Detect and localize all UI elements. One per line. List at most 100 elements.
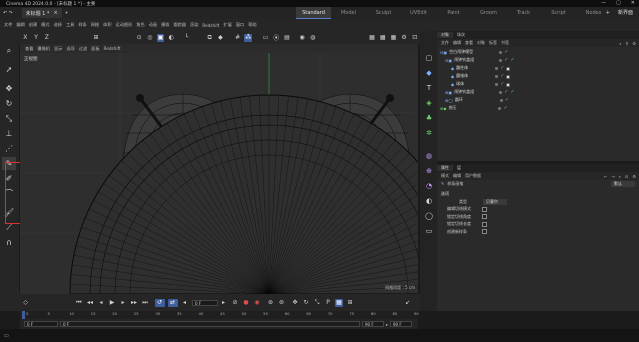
objects-menu-edit[interactable]: 编辑 (453, 40, 461, 46)
fps-icon[interactable]: ◂ (181, 299, 189, 307)
tree-row[interactable]: ⊞▣ 闹钟铃盖组 ✓ ✓ (437, 88, 639, 96)
menu-create[interactable]: 创建 (29, 22, 37, 28)
y-axis-lock-icon[interactable]: Y (32, 34, 40, 42)
menu-spline[interactable]: 样条 (78, 22, 86, 28)
polygons-mode-icon[interactable]: ▣ (156, 33, 165, 42)
menu-simulate[interactable]: 模拟 (161, 22, 169, 28)
prev-frame-icon[interactable]: ◂ (97, 299, 105, 307)
tree-row[interactable]: ⊞◆ 挤压 ✓ (437, 104, 639, 112)
move-tool-icon[interactable]: ✥ (2, 82, 16, 95)
attr-menu-userdata[interactable]: 用户数据 (465, 173, 481, 179)
x-axis-lock-icon[interactable]: X (22, 34, 30, 42)
prev-key-icon[interactable]: ◂◂ (86, 299, 94, 307)
keyframe-diamond-icon[interactable]: ◇ (22, 299, 30, 307)
light-icon[interactable]: ◯ (422, 209, 436, 222)
current-frame-field[interactable]: 0 F (192, 299, 218, 306)
search-icon[interactable]: ⌕ (619, 41, 621, 46)
uv-mode-icon[interactable]: ◐ (167, 34, 175, 42)
menu-tracker[interactable]: 跟踪器 (173, 22, 186, 28)
record-icon[interactable]: ● (242, 299, 250, 307)
render-view-icon[interactable]: ⦿ (272, 34, 280, 42)
pin-icon[interactable]: ⊡ (411, 34, 419, 42)
text-spline-icon[interactable]: T (422, 81, 436, 94)
filter-icon[interactable]: ⚲ (625, 41, 628, 46)
workplane-icon[interactable]: ◆ (217, 34, 225, 42)
search-icon[interactable]: ⌕ (619, 174, 621, 179)
tab-layers[interactable]: 层 (453, 165, 465, 171)
render-queue-icon[interactable]: ◍ (309, 34, 317, 42)
menu-volume[interactable]: 体积 (103, 22, 111, 28)
viewport-menu-display[interactable]: 显示 (54, 46, 62, 52)
document-tab[interactable]: 未标题 1 * × (21, 8, 62, 18)
tree-row[interactable]: ◆ 圆柱体 ✓ ▣ (437, 64, 639, 72)
environment-icon[interactable]: ◔ (422, 179, 436, 192)
objects-menu-bookmarks[interactable]: 书签 (501, 40, 509, 46)
menu-help[interactable]: 帮助 (248, 22, 256, 28)
scale-key-icon[interactable]: ⤡ (313, 299, 321, 307)
nurbs-icon[interactable]: ◈ (422, 96, 436, 109)
min-frame-field[interactable]: 0 F (60, 321, 360, 327)
max-frame-field[interactable]: 90 F (362, 321, 384, 327)
menu-mograph[interactable]: 运动图形 (116, 22, 133, 28)
layout-tab-uvedit[interactable]: UVEdit (401, 7, 436, 19)
menu-animate[interactable]: 动画 (149, 22, 157, 28)
redshift-render-icon[interactable]: ▦ (379, 34, 387, 42)
goto-end-icon[interactable]: ⏭ (141, 299, 149, 307)
goto-start-icon[interactable]: ⏮ (75, 299, 83, 307)
render-region-icon[interactable]: ▭ (262, 34, 270, 42)
layout-tab-track[interactable]: Track (506, 7, 541, 19)
menu-extensions[interactable]: 扩展 (223, 22, 231, 28)
menu-edit[interactable]: 编辑 (16, 22, 24, 28)
points-mode-icon[interactable]: ⊙ (135, 34, 143, 42)
viewport-menu-redshift[interactable]: Redshift (104, 46, 121, 51)
rotate-key-icon[interactable]: ↻ (302, 299, 310, 307)
maximize-button[interactable]: ▢ (616, 0, 621, 6)
viewport-menu-filter[interactable]: 过滤 (79, 46, 87, 52)
menu-select[interactable]: 选择 (54, 22, 62, 28)
point-level-icon[interactable]: ▦ (335, 298, 343, 307)
option-checkbox[interactable] (482, 221, 487, 227)
objects-menu-object[interactable]: 对象 (477, 40, 485, 46)
attr-menu-edit[interactable]: 编辑 (453, 173, 461, 179)
grid-icon[interactable]: # (234, 34, 242, 42)
play-icon[interactable]: ▶ (108, 299, 116, 307)
next-key-icon[interactable]: ▸▸ (130, 299, 138, 307)
axis-tool-icon[interactable]: ⊥ (2, 127, 16, 140)
search-icon[interactable]: ⌕ (2, 44, 16, 57)
select-live-icon[interactable]: ➚ (2, 63, 16, 76)
keyframe-selection-icon[interactable]: ⊛ (267, 299, 275, 307)
redo-icon[interactable]: ↷ (6, 11, 16, 16)
primitive-cube-icon[interactable]: ◆ (422, 66, 436, 79)
layout-tab-paint[interactable]: Paint (436, 7, 471, 19)
viewport-menu-cameras[interactable]: 摄像机 (37, 46, 50, 52)
edges-mode-icon[interactable]: ◎ (146, 34, 154, 42)
viewport-menu-panel[interactable]: 面板 (91, 46, 99, 52)
deformer-icon[interactable]: ✲ (422, 126, 436, 139)
tree-row[interactable]: ◆ 圆锥体 ✓ ▣ (437, 72, 639, 80)
rotate-tool-icon[interactable]: ↻ (2, 97, 16, 110)
timeline-settings-icon[interactable]: ⊞ (346, 299, 354, 307)
playhead[interactable] (22, 311, 25, 319)
next-frame-icon[interactable]: ▸ (119, 299, 127, 307)
clapper-icon[interactable]: ▦ (368, 34, 376, 42)
option-checkbox[interactable] (482, 206, 487, 212)
menu-render[interactable]: 渲染 (190, 22, 198, 28)
cloner-icon[interactable]: ♣ (422, 111, 436, 124)
settings-icon[interactable]: ⚙ (632, 41, 636, 46)
option-checkbox[interactable] (482, 229, 487, 235)
menu-tools[interactable]: 工具 (66, 22, 74, 28)
polygon-pen-icon[interactable]: ⋰ (2, 142, 16, 155)
render-settings-icon[interactable]: ▤ (283, 34, 291, 42)
camera-icon[interactable]: ◐ (422, 194, 436, 207)
ipr-icon[interactable]: ▦ (390, 34, 398, 42)
cube-object-icon[interactable]: ▢ (422, 51, 436, 64)
settings-gear-icon[interactable]: ⚙ (400, 34, 408, 42)
new-layout-button[interactable]: 新界面 (618, 9, 633, 16)
dope-sheet-icon[interactable]: ↙ (404, 299, 412, 307)
attr-menu-mode[interactable]: 模式 (441, 173, 449, 179)
playback-range-icon[interactable]: ⇄ (167, 298, 178, 307)
lock-icon[interactable]: ⊡ (625, 174, 628, 179)
preset-dropdown[interactable]: 默认 (611, 180, 635, 187)
close-tab-icon[interactable]: × (53, 10, 57, 16)
objects-menu-file[interactable]: 文件 (441, 40, 449, 46)
